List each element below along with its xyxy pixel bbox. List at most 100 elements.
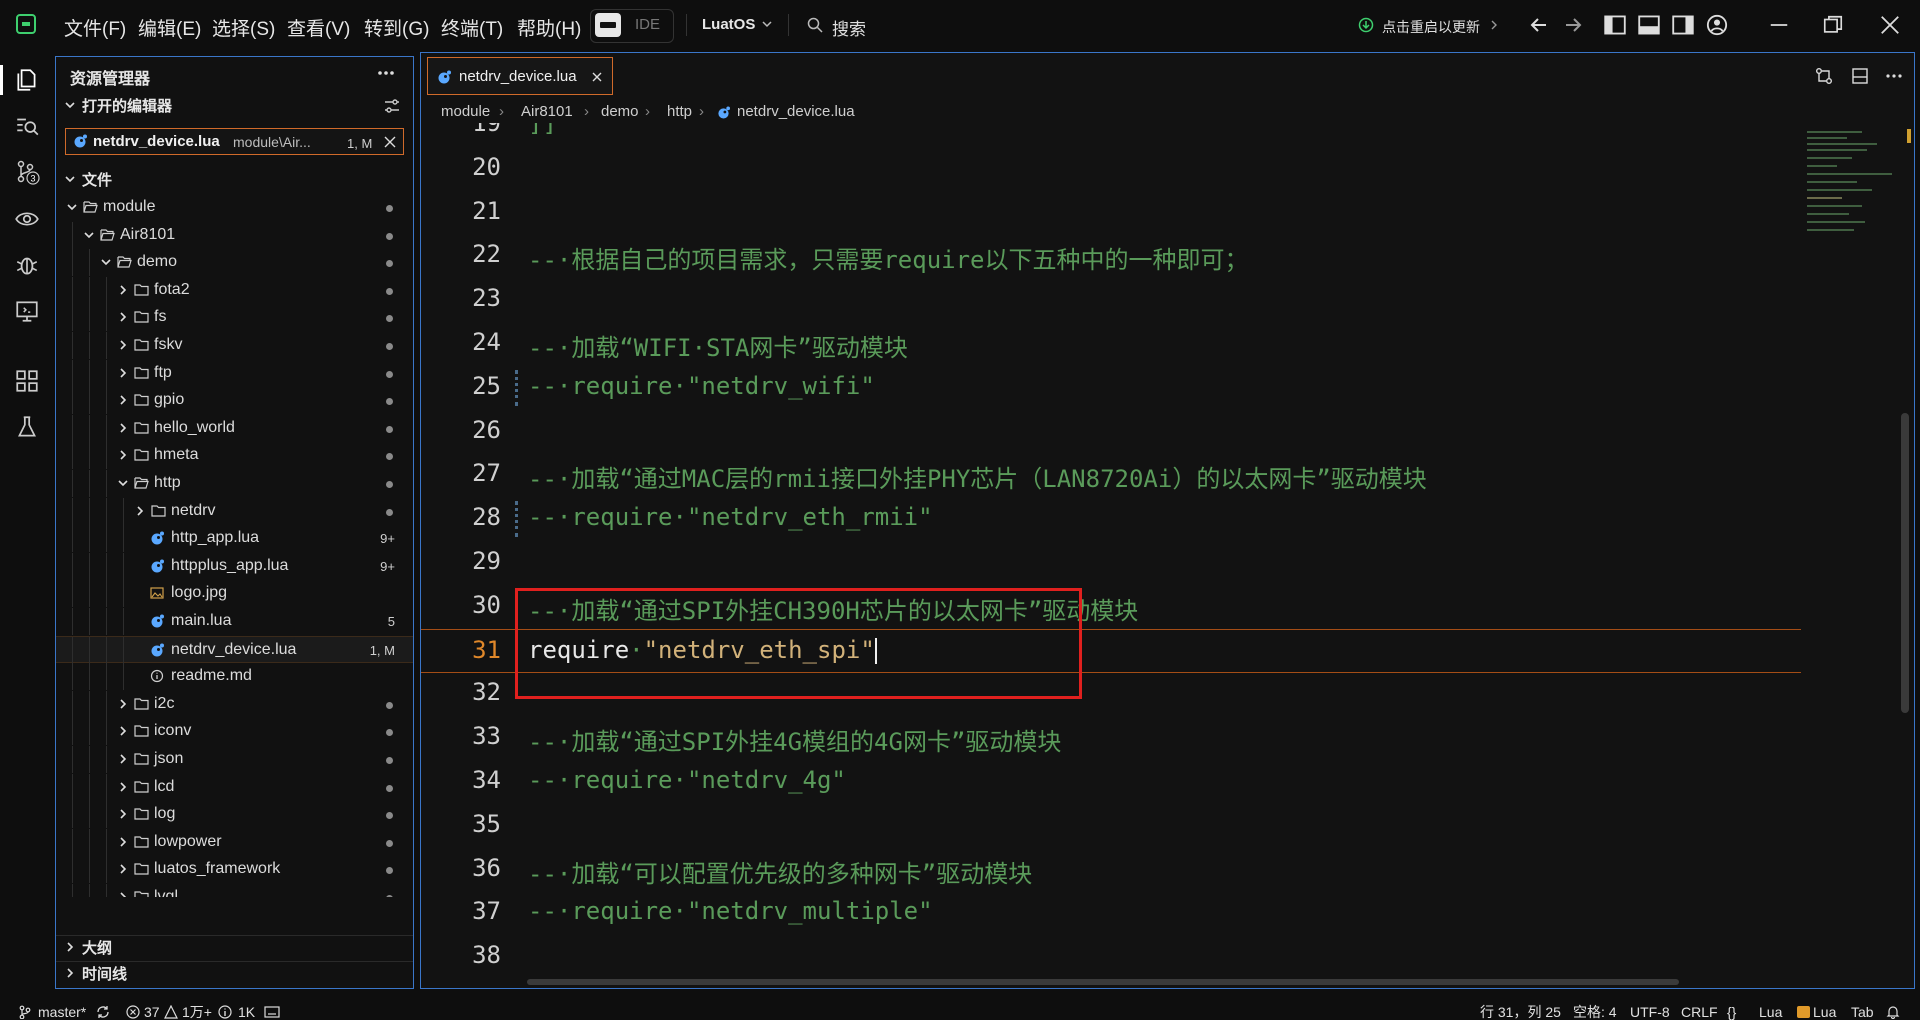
tab-mode[interactable]: Tab	[1851, 1005, 1874, 1019]
split-editor-icon[interactable]	[1851, 67, 1869, 85]
tree-item[interactable]: json	[56, 746, 413, 773]
tree-item[interactable]: lvgl	[56, 884, 413, 897]
breadcrumb-item[interactable]: http	[667, 103, 692, 120]
vertical-scrollbar-thumb[interactable]	[1901, 413, 1909, 713]
chevron-down-icon[interactable]	[65, 174, 75, 184]
chevron-right-icon[interactable]	[118, 340, 128, 350]
back-arrow-icon[interactable]	[1528, 14, 1550, 36]
indentation[interactable]: 空格: 4	[1573, 1005, 1617, 1019]
tree-item[interactable]: log	[56, 801, 413, 829]
lua-extension[interactable]: Lua	[1813, 1005, 1836, 1019]
tree-item[interactable]: netdrv_device.lua 1, M	[56, 635, 413, 664]
code-line[interactable]: 25 --·require·"netdrv_wifi"	[421, 366, 1801, 410]
tree-item[interactable]: fs	[56, 304, 413, 332]
menu-go[interactable]: 转到(G)	[364, 14, 429, 41]
ide-toggle[interactable]: IDE	[590, 9, 674, 43]
source-control-icon[interactable]: 3	[14, 159, 40, 185]
error-count[interactable]: 37	[144, 1005, 160, 1019]
warning-count[interactable]: 1万+	[182, 1005, 212, 1019]
menu-terminal[interactable]: 终端(T)	[441, 14, 503, 41]
minimap[interactable]	[1807, 123, 1897, 243]
breadcrumb-item[interactable]: demo	[601, 103, 639, 120]
menu-view[interactable]: 查看(V)	[287, 14, 350, 41]
language-mode[interactable]: Lua	[1759, 1005, 1782, 1019]
menu-edit[interactable]: 编辑(E)	[138, 14, 201, 41]
tree-item[interactable]: readme.md	[56, 663, 413, 691]
chevron-right-icon[interactable]	[65, 942, 75, 952]
menu-file[interactable]: 文件(F)	[64, 14, 126, 41]
chevron-down-icon[interactable]	[118, 478, 128, 488]
code-line[interactable]: 33 --·加载“通过SPI外挂4G模组的4G网卡”驱动模块	[421, 716, 1801, 760]
code-line[interactable]: 24 --·加载“WIFI·STA网卡”驱动模块	[421, 322, 1801, 366]
toggle-sidebar-icon[interactable]	[1604, 14, 1626, 36]
toggle-secondary-sidebar-icon[interactable]	[1672, 14, 1694, 36]
tree-item[interactable]: httpplus_app.lua 9+	[56, 552, 413, 580]
menu-help[interactable]: 帮助(H)	[517, 14, 581, 41]
chevron-right-icon[interactable]	[118, 837, 128, 847]
tree-item[interactable]: fskv	[56, 332, 413, 359]
breadcrumb-item[interactable]: Air8101	[521, 103, 573, 120]
remote-display-icon[interactable]	[14, 298, 40, 324]
close-icon[interactable]	[592, 72, 602, 82]
keyboard-icon[interactable]	[264, 1005, 280, 1019]
code-line[interactable]: 22 --·根据自己的项目需求，只需要require以下五种中的一种即可；	[421, 234, 1801, 278]
chevron-right-icon[interactable]	[118, 368, 128, 378]
close-icon[interactable]	[384, 136, 396, 148]
chevron-right-icon[interactable]	[118, 864, 128, 874]
code-line[interactable]: 27 --·加载“通过MAC层的rmii接口外挂PHY芯片（LAN8720Ai）的…	[421, 453, 1801, 497]
menu-selection[interactable]: 选择(S)	[212, 14, 275, 41]
code-line[interactable]: 38	[421, 935, 1801, 978]
tree-item[interactable]: module	[56, 194, 413, 221]
more-actions-icon[interactable]	[1885, 73, 1903, 79]
minimize-icon[interactable]	[1768, 14, 1790, 36]
timeline-header[interactable]: 时间线	[82, 963, 127, 984]
code-line[interactable]: 21	[421, 191, 1801, 235]
line-ending[interactable]: CRLF	[1681, 1005, 1718, 1019]
tree-item[interactable]: hello_world	[56, 414, 413, 442]
chevron-down-icon[interactable]	[67, 202, 77, 212]
horizontal-scrollbar-thumb[interactable]	[527, 979, 1679, 985]
tree-item[interactable]: lcd	[56, 773, 413, 801]
chevron-right-icon[interactable]	[118, 699, 128, 709]
tree-item[interactable]: http	[56, 470, 413, 497]
tree-item[interactable]: lowpower	[56, 828, 413, 856]
tree-item[interactable]: http_app.lua 9+	[56, 525, 413, 553]
code-line[interactable]: 20	[421, 147, 1801, 191]
branch-name[interactable]: master*	[38, 1005, 86, 1019]
chevron-right-icon[interactable]	[118, 892, 128, 897]
code-line[interactable]: 35	[421, 804, 1801, 848]
eye-icon[interactable]	[14, 206, 40, 232]
compare-changes-icon[interactable]	[1815, 67, 1833, 85]
open-editor-item[interactable]: netdrv_device.lua module\Air... 1, M	[65, 128, 404, 155]
forward-arrow-icon[interactable]	[1562, 14, 1584, 36]
toggle-panel-icon[interactable]	[1638, 14, 1660, 36]
code-line[interactable]: 26	[421, 410, 1801, 454]
testing-flask-icon[interactable]	[14, 414, 40, 440]
chevron-down-icon[interactable]	[101, 257, 111, 267]
files-header[interactable]: 文件	[82, 169, 112, 190]
encoding[interactable]: UTF-8	[1630, 1005, 1670, 1019]
tree-item[interactable]: logo.jpg	[56, 580, 413, 608]
chevron-right-icon[interactable]	[118, 285, 128, 295]
chevron-right-icon[interactable]	[118, 726, 128, 736]
code-line[interactable]: 37 --·require·"netdrv_multiple"	[421, 891, 1801, 935]
code-line[interactable]: 23	[421, 278, 1801, 322]
tree-item[interactable]: i2c	[56, 690, 413, 718]
breadcrumb-item[interactable]: netdrv_device.lua	[737, 103, 855, 120]
workspace-selector[interactable]: LuatOS	[702, 16, 755, 33]
editor-tab[interactable]: netdrv_device.lua	[427, 57, 613, 95]
chevron-right-icon[interactable]	[118, 809, 128, 819]
chevron-down-icon[interactable]	[65, 100, 75, 110]
code-line[interactable]: 28 --·require·"netdrv_eth_rmii"	[421, 497, 1801, 541]
tree-item[interactable]: main.lua 5	[56, 608, 413, 635]
more-actions-icon[interactable]	[377, 70, 395, 76]
update-button[interactable]: 点击重启以更新	[1382, 17, 1480, 37]
tree-item[interactable]: ftp	[56, 359, 413, 387]
tree-item[interactable]: netdrv	[56, 497, 413, 525]
chevron-right-icon[interactable]	[135, 506, 145, 516]
extensions-icon[interactable]	[14, 368, 40, 394]
code-line[interactable]: 29	[421, 541, 1801, 585]
outline-header[interactable]: 大纲	[82, 937, 112, 958]
chevron-right-icon[interactable]	[118, 395, 128, 405]
info-count[interactable]: 1K	[238, 1005, 255, 1019]
